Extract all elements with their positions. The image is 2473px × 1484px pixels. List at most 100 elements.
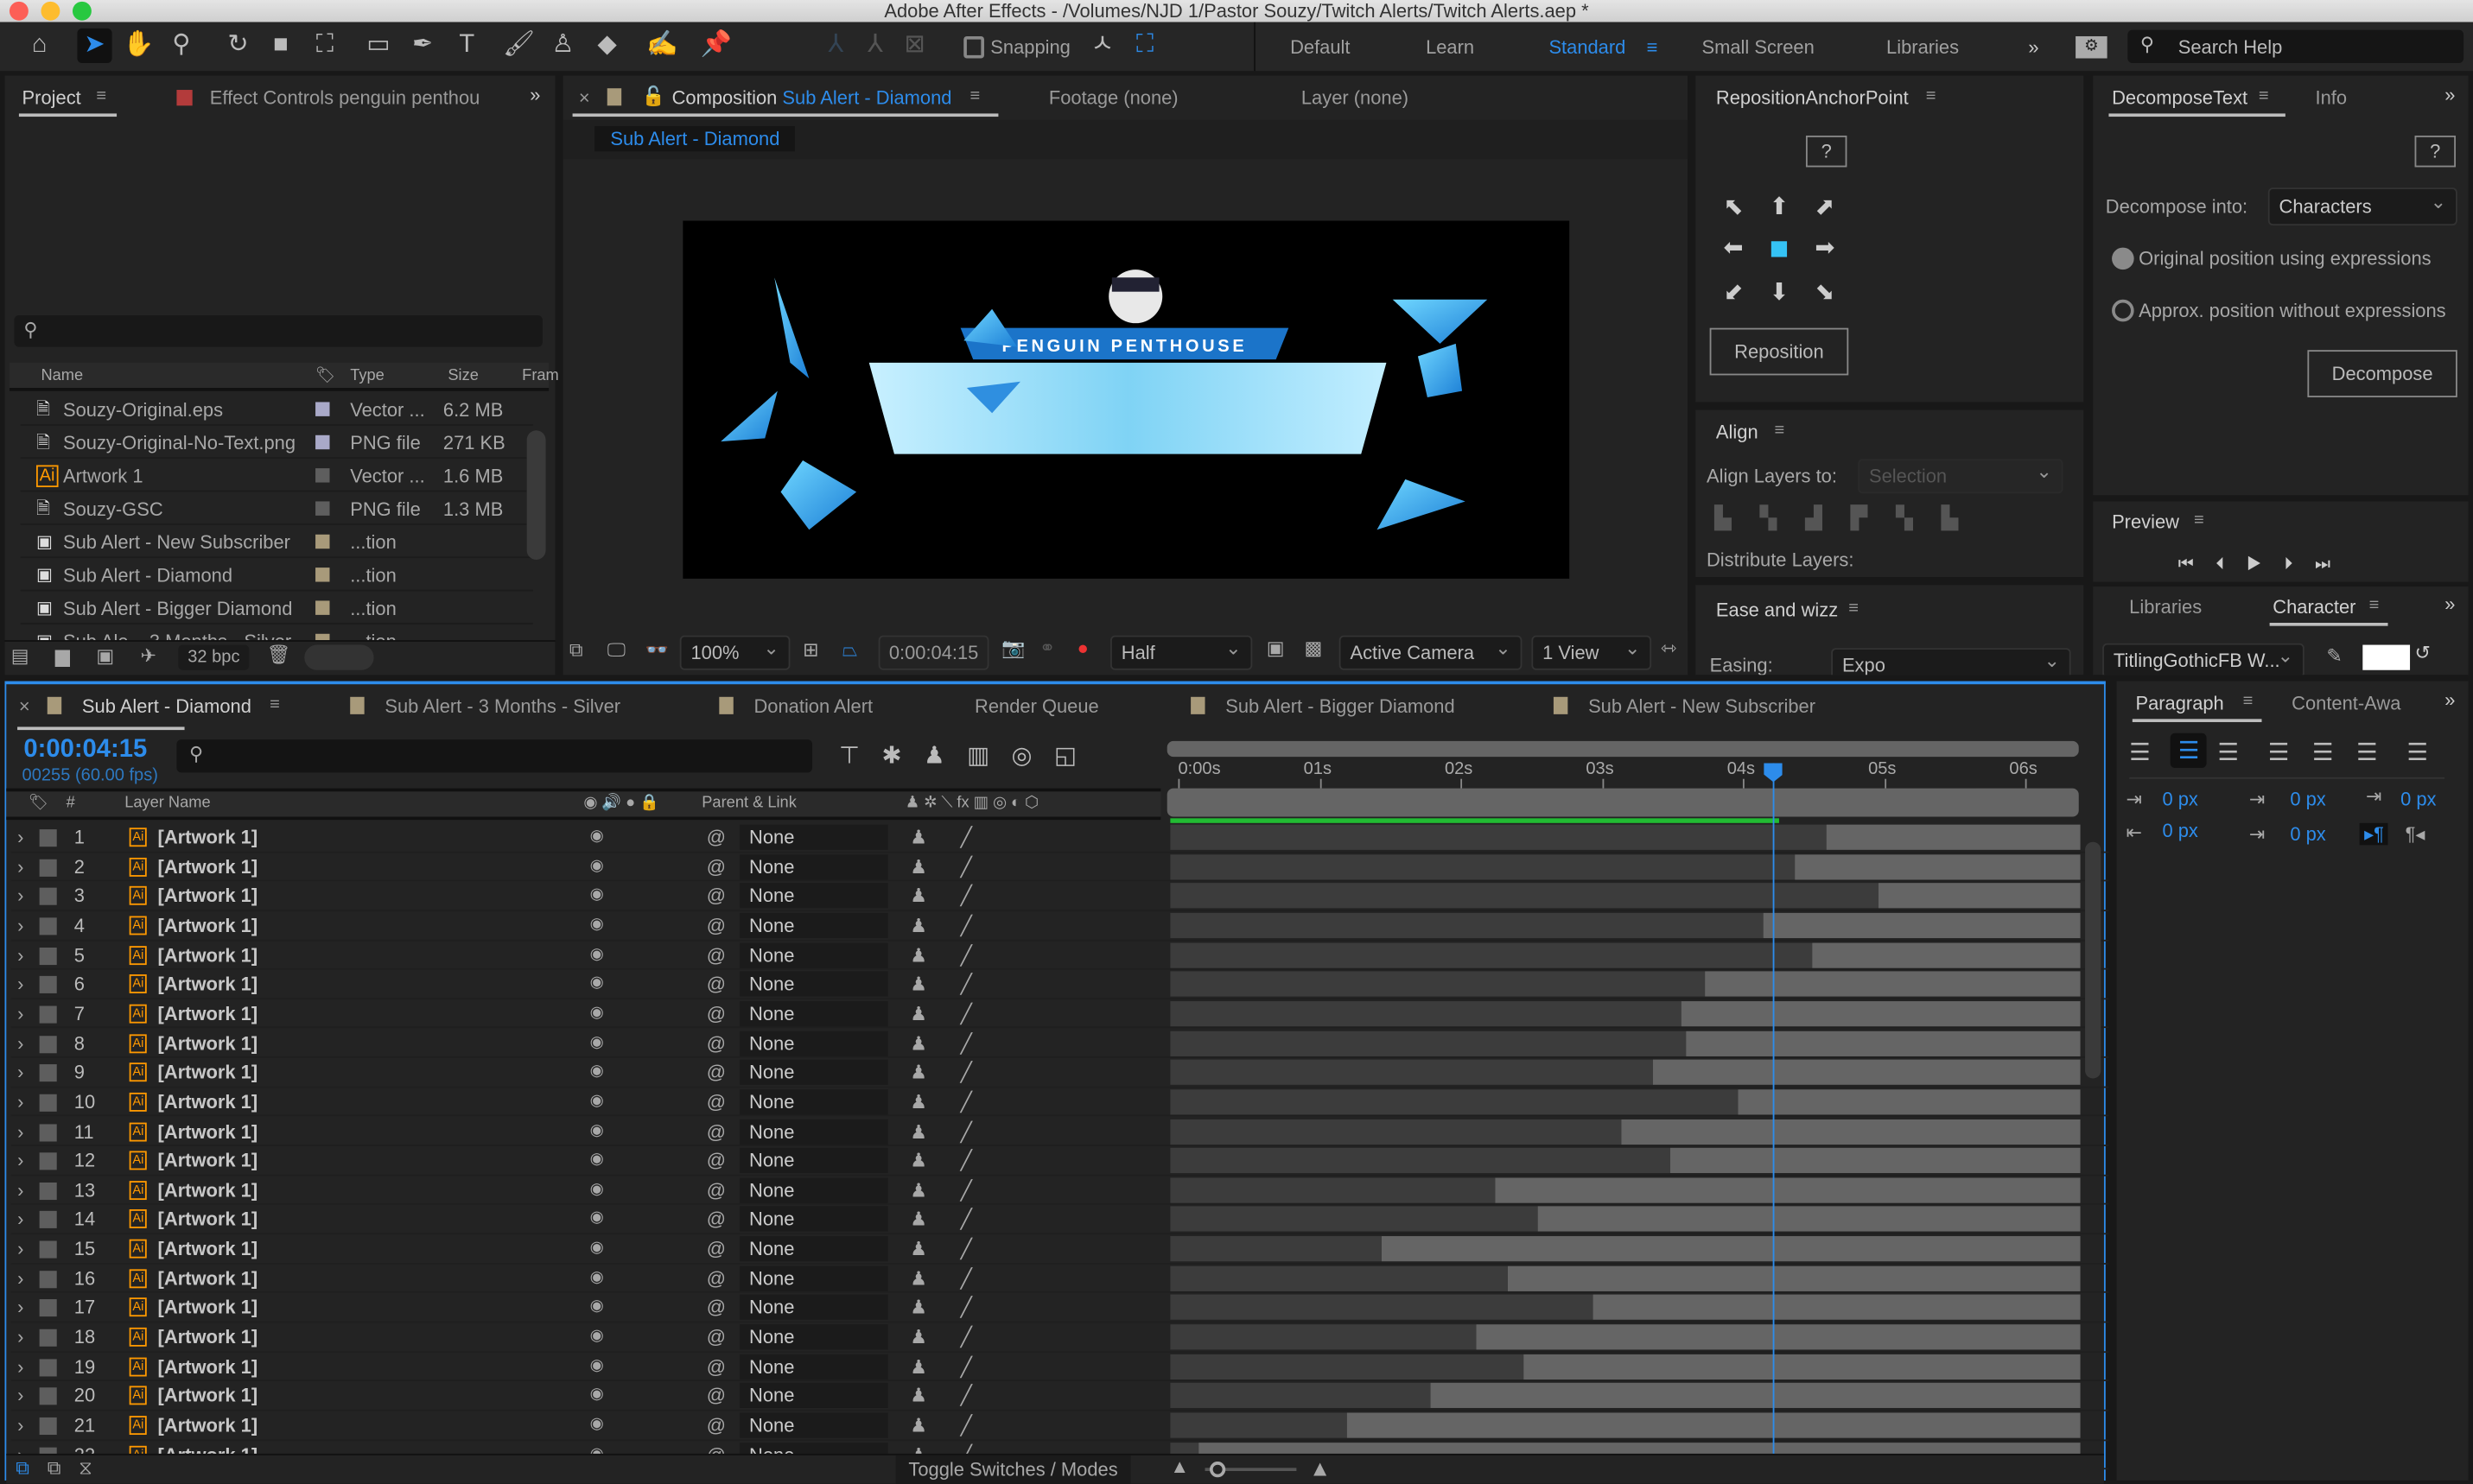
- shy-switch-icon[interactable]: ♟: [910, 1382, 927, 1411]
- layer-name[interactable]: [Artwork 1]: [158, 1411, 258, 1440]
- layer-row[interactable]: › 7 Ai [Artwork 1] ◉ @ None ♟ ╱: [10, 999, 2109, 1029]
- label-color-swatch[interactable]: [315, 434, 330, 450]
- parent-dropdown[interactable]: None: [740, 1383, 888, 1409]
- layer-switches-pane-icon[interactable]: ⧉: [16, 1457, 29, 1481]
- snapshot-icon[interactable]: 📷: [1001, 637, 1025, 659]
- pick-whip-icon[interactable]: @: [707, 1293, 726, 1322]
- tab-libraries[interactable]: Libraries: [2129, 596, 2202, 618]
- shy-switch-icon[interactable]: ♟: [910, 1088, 927, 1116]
- layer-duration-bar[interactable]: [1878, 883, 2081, 909]
- parent-dropdown[interactable]: None: [740, 1324, 888, 1350]
- transfer-controls-pane-icon[interactable]: ⧉: [48, 1457, 61, 1481]
- tab-composition[interactable]: Composition Sub Alert - Diamond: [672, 86, 952, 109]
- label-color-swatch[interactable]: [39, 1182, 57, 1200]
- project-bit-depth-button[interactable]: 32 bpc: [178, 644, 250, 670]
- hand-tool-icon[interactable]: ✋: [122, 29, 156, 63]
- visibility-eye-icon[interactable]: ◉: [590, 1205, 604, 1233]
- layer-name[interactable]: [Artwork 1]: [158, 911, 258, 940]
- indent-first-line-value[interactable]: 0 px: [2400, 789, 2436, 811]
- visibility-eye-icon[interactable]: ◉: [590, 823, 604, 852]
- time-navigator-bar[interactable]: [1167, 740, 2079, 758]
- transparency-grid-icon[interactable]: ▩: [1305, 637, 1323, 659]
- layer-name[interactable]: [Artwork 1]: [158, 882, 258, 910]
- layer-duration-bar[interactable]: [1739, 1088, 2081, 1115]
- pick-whip-icon[interactable]: @: [707, 941, 726, 969]
- project-search-input[interactable]: ⚲: [14, 315, 543, 347]
- layer-row[interactable]: › 6 Ai [Artwork 1] ◉ @ None ♟ ╱: [10, 970, 2109, 999]
- project-item[interactable]: ▣ Sub Alert - Bigger Diamond ...tion: [20, 593, 533, 625]
- layer-name[interactable]: [Artwork 1]: [158, 1058, 258, 1087]
- panel-menu-icon[interactable]: ≡: [2369, 596, 2380, 615]
- previous-frame-icon[interactable]: ⏴: [2216, 555, 2247, 574]
- shy-layers-icon[interactable]: ♟: [924, 743, 967, 770]
- tab-footage[interactable]: Footage (none): [1049, 86, 1179, 109]
- expand-chevron-icon[interactable]: ›: [17, 1234, 23, 1263]
- pick-whip-icon[interactable]: @: [707, 1234, 726, 1263]
- label-color-swatch[interactable]: [315, 568, 330, 582]
- workspace-small-screen[interactable]: Small Screen: [1701, 36, 1814, 59]
- parent-dropdown[interactable]: None: [740, 1177, 888, 1203]
- expand-chevron-icon[interactable]: ›: [17, 1323, 23, 1352]
- label-color-swatch[interactable]: [315, 468, 330, 483]
- shy-switch-icon[interactable]: ♟: [910, 1353, 927, 1381]
- pick-whip-icon[interactable]: @: [707, 1382, 726, 1411]
- layer-name[interactable]: [Artwork 1]: [158, 970, 258, 999]
- label-color-swatch[interactable]: [39, 1035, 57, 1053]
- label-color-swatch[interactable]: [315, 402, 330, 416]
- work-area-bar[interactable]: [1167, 788, 2079, 817]
- parent-dropdown[interactable]: None: [740, 853, 888, 879]
- label-tag-icon[interactable]: 🏷: [29, 791, 48, 816]
- project-item[interactable]: Ai Artwork 1 Vector ... 1.6 MB: [20, 460, 533, 492]
- layer-row[interactable]: › 13 Ai [Artwork 1] ◉ @ None ♟ ╱: [10, 1176, 2109, 1206]
- panel-menu-icon[interactable]: ≡: [2194, 511, 2204, 530]
- layer-name[interactable]: [Artwork 1]: [158, 1117, 258, 1145]
- quality-switch-icon[interactable]: ╱: [961, 1264, 972, 1292]
- layer-row[interactable]: › 10 Ai [Artwork 1] ◉ @ None ♟ ╱: [10, 1088, 2109, 1118]
- pick-whip-icon[interactable]: @: [707, 882, 726, 910]
- timeline-zoom-slider[interactable]: [1205, 1462, 1297, 1478]
- layer-duration-bar[interactable]: [1681, 1000, 2081, 1027]
- left-to-right-icon[interactable]: ▸¶: [2359, 822, 2389, 846]
- shy-switch-icon[interactable]: ♟: [910, 1234, 927, 1263]
- expand-chevron-icon[interactable]: ›: [17, 970, 23, 999]
- label-color-swatch[interactable]: [315, 534, 330, 549]
- monitor-icon[interactable]: 🖵: [607, 638, 626, 662]
- zoom-out-icon[interactable]: ▲: [1170, 1455, 1189, 1478]
- pick-whip-icon[interactable]: @: [707, 970, 726, 999]
- shy-switch-icon[interactable]: ♟: [910, 853, 927, 881]
- label-color-swatch[interactable]: [39, 917, 57, 935]
- justify-all-icon[interactable]: ☰: [2406, 738, 2428, 766]
- shy-switch-icon[interactable]: ♟: [910, 1117, 927, 1145]
- quality-switch-icon[interactable]: ╱: [961, 1176, 972, 1204]
- new-composition-icon[interactable]: ▣: [96, 645, 114, 668]
- quality-switch-icon[interactable]: ╱: [961, 1058, 972, 1087]
- roto-brush-tool-icon[interactable]: ✍: [645, 29, 680, 63]
- project-item[interactable]: 🗎 Souzy-Original-No-Text.png PNG file 271 K…: [20, 428, 533, 460]
- label-color-swatch[interactable]: [39, 1094, 57, 1112]
- sync-settings-icon[interactable]: ⚙: [2076, 35, 2107, 59]
- shy-switch-icon[interactable]: ♟: [910, 1029, 927, 1057]
- quality-switch-icon[interactable]: ╱: [961, 1146, 972, 1175]
- visibility-eye-icon[interactable]: ◉: [590, 970, 604, 999]
- label-color-swatch[interactable]: [39, 1329, 57, 1347]
- project-scrollbar[interactable]: [526, 430, 546, 560]
- quality-switch-icon[interactable]: ╱: [961, 941, 972, 969]
- justify-last-left-icon[interactable]: ☰: [2268, 738, 2290, 766]
- adobe-dynamic-link-icon[interactable]: ✈: [140, 645, 156, 668]
- expand-chevron-icon[interactable]: ›: [17, 853, 23, 881]
- shy-switch-icon[interactable]: ♟: [910, 882, 927, 910]
- layer-name[interactable]: [Artwork 1]: [158, 1264, 258, 1292]
- parent-dropdown[interactable]: None: [740, 824, 888, 850]
- expand-chevron-icon[interactable]: ›: [17, 1088, 23, 1116]
- tab-layer[interactable]: Layer (none): [1301, 86, 1408, 109]
- shy-switch-icon[interactable]: ♟: [910, 1176, 927, 1204]
- layer-duration-bar[interactable]: [1523, 1354, 2081, 1379]
- layer-row[interactable]: › 8 Ai [Artwork 1] ◉ @ None ♟ ╱: [10, 1029, 2109, 1059]
- magnification-dropdown[interactable]: 100%: [679, 632, 791, 670]
- brush-tool-icon[interactable]: 🖌: [501, 29, 536, 63]
- workspace-standard[interactable]: Standard: [1548, 36, 1625, 59]
- anchor-left-icon[interactable]: ⬅: [1720, 236, 1745, 262]
- quality-switch-icon[interactable]: ╱: [961, 1353, 972, 1381]
- shy-switch-icon[interactable]: ♟: [910, 1323, 927, 1352]
- visibility-eye-icon[interactable]: ◉: [590, 1382, 604, 1411]
